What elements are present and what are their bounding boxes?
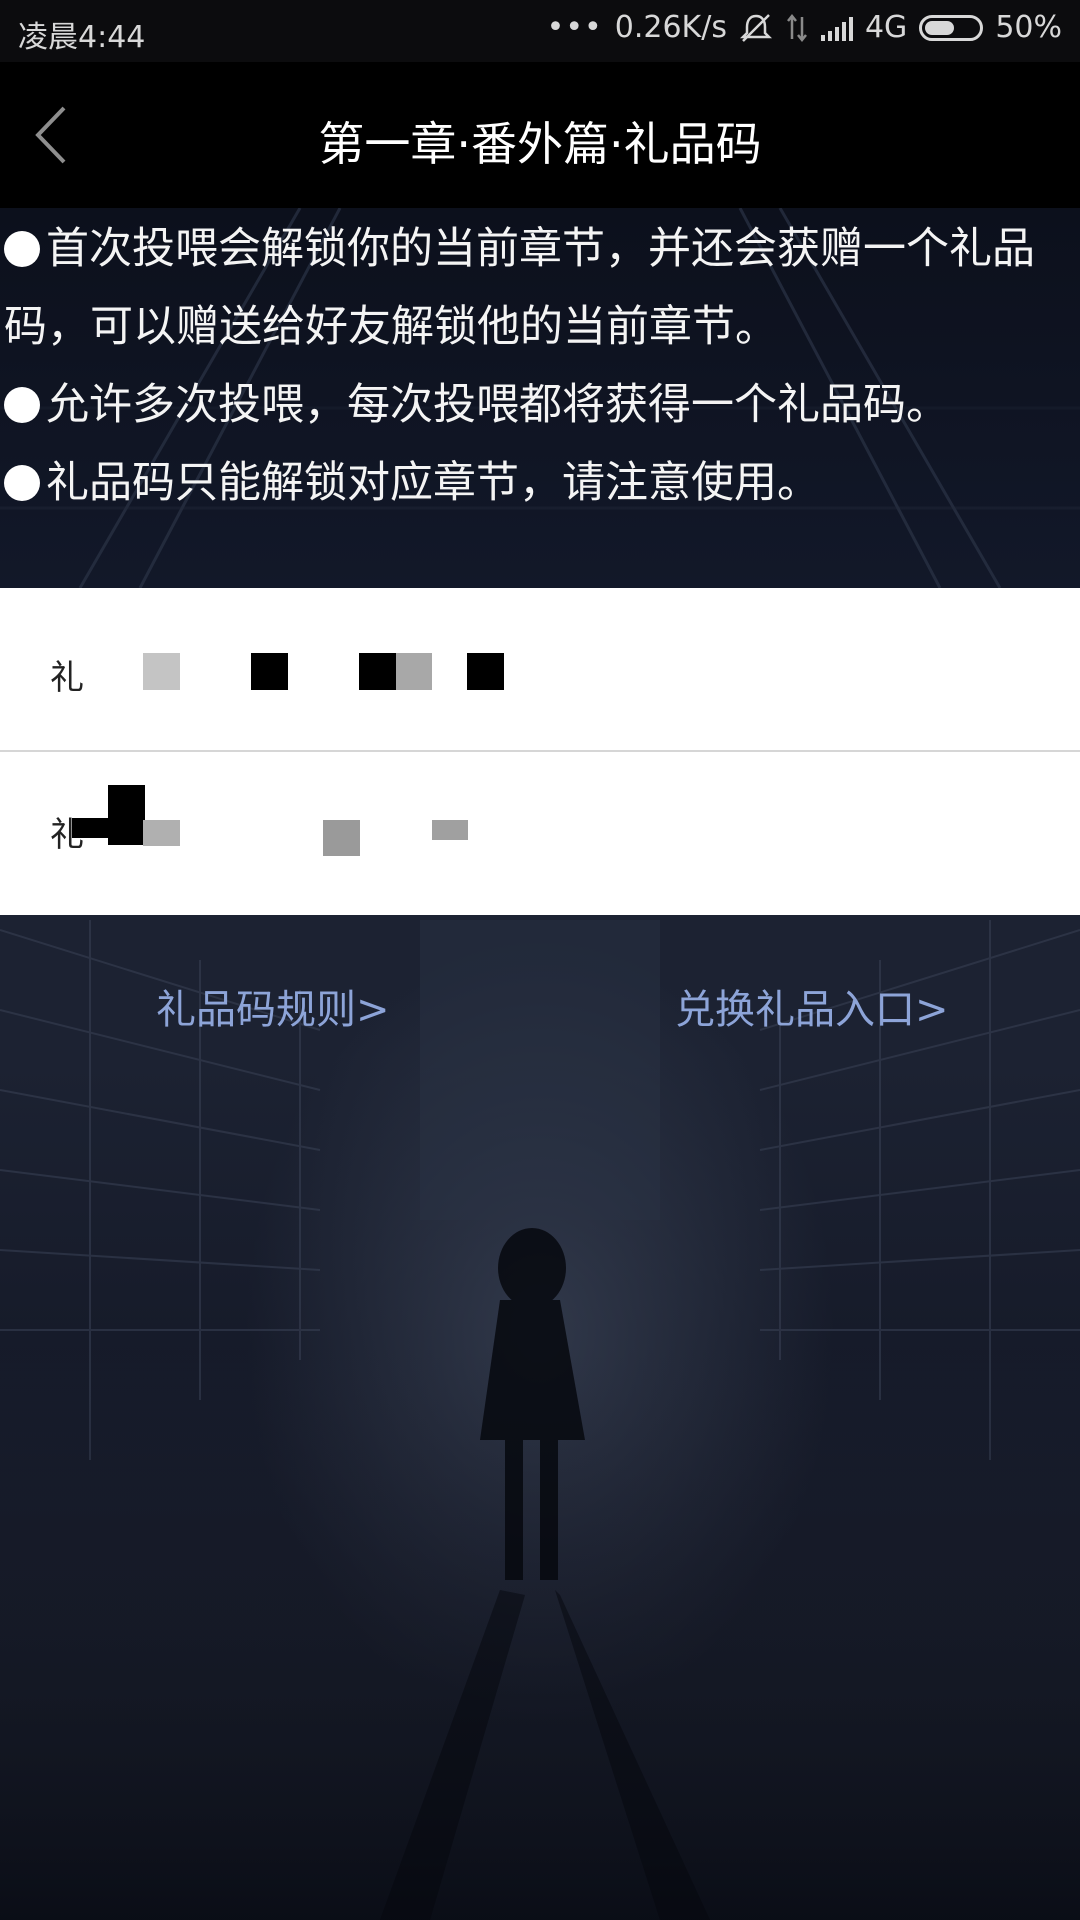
note-item: 允许多次投喂，每次投喂都将获得一个礼品码。 [4, 366, 1072, 444]
status-icons: ••• 0.26K/s 4G 50% [547, 10, 1062, 45]
redacted-block [323, 820, 360, 856]
gift-code-label: 礼 [50, 658, 84, 698]
network-type: 4G [864, 10, 908, 45]
bullet-icon [4, 231, 40, 267]
redacted-block [359, 653, 396, 690]
data-arrows-icon [786, 13, 807, 42]
redacted-block [432, 820, 468, 840]
signal-icon [820, 15, 853, 41]
nav-bar: 第一章·番外篇·礼品码 [0, 62, 1080, 208]
network-speed: 0.26K/s [614, 10, 727, 45]
battery-icon [919, 14, 984, 41]
bullet-icon [4, 465, 40, 501]
gift-code-list: 礼 礼 [0, 588, 1080, 915]
status-bar: 凌晨4:44 ••• 0.26K/s 4G 50% [0, 0, 1080, 62]
redacted-block [251, 653, 288, 690]
redacted-block [108, 785, 145, 845]
status-time: 凌晨4:44 [18, 20, 146, 55]
note-item: 礼品码只能解锁对应章节，请注意使用。 [4, 444, 1072, 522]
redacted-block [396, 653, 432, 690]
page-title: 第一章·番外篇·礼品码 [318, 117, 762, 171]
battery-level: 50% [995, 10, 1062, 45]
redacted-block [72, 818, 112, 838]
bullet-icon [4, 387, 40, 423]
gift-code-notes: 首次投喂会解锁你的当前章节，并还会获赠一个礼品码，可以赠送给好友解锁他的当前章节… [0, 208, 1080, 588]
more-dots-icon: ••• [546, 10, 603, 45]
redacted-block [467, 653, 504, 690]
redeem-gift-entry-link[interactable]: 兑换礼品入口> [675, 977, 949, 1035]
gift-code-row[interactable]: 礼 [0, 588, 1080, 750]
gift-code-rules-link[interactable]: 礼品码规则> [156, 977, 390, 1035]
redacted-block [143, 820, 180, 846]
mute-bell-icon [739, 13, 772, 42]
gift-code-row[interactable]: 礼 [0, 752, 1080, 914]
redacted-block [143, 653, 180, 690]
note-item: 首次投喂会解锁你的当前章节，并还会获赠一个礼品码，可以赠送给好友解锁他的当前章节… [4, 224, 1035, 352]
